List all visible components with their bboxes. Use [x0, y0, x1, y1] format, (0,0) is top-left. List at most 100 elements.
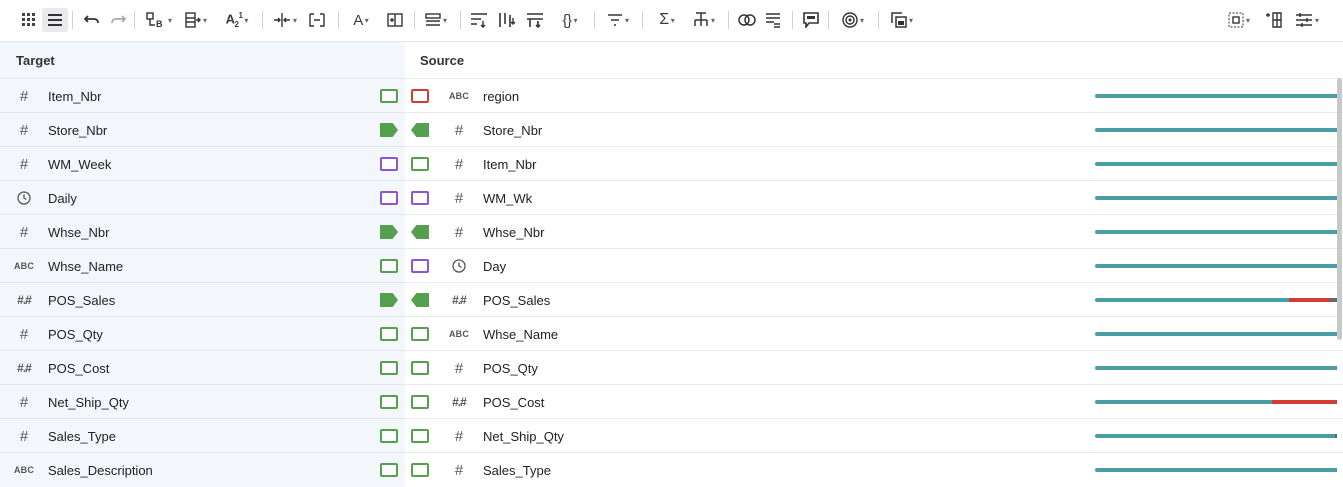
valid-segment [1095, 94, 1337, 98]
sum-icon[interactable]: Σ ▾ [652, 8, 682, 32]
reorder-icon[interactable] [1262, 8, 1284, 32]
valid-segment [1095, 400, 1272, 404]
integer-type-icon: # [19, 223, 29, 241]
mapping-row[interactable]: # POS_Qty ABC Whse_Name [0, 317, 1343, 351]
source-port[interactable] [411, 395, 429, 409]
pivot-icon[interactable] [762, 8, 784, 32]
tree-icon[interactable]: ▾ [688, 8, 720, 32]
source-port[interactable] [411, 463, 429, 477]
target-field-name: Daily [48, 190, 77, 206]
source-port[interactable] [411, 327, 429, 341]
target-field-name: WM_Week [48, 156, 112, 172]
hierarchy-c-icon[interactable] [524, 8, 546, 32]
target-port[interactable] [380, 225, 398, 239]
source-port[interactable] [411, 259, 429, 273]
target-field-name: Item_Nbr [48, 88, 102, 104]
menu-icon[interactable]: ▾ [420, 8, 452, 32]
source-port[interactable] [411, 361, 429, 375]
redo-icon[interactable] [108, 8, 128, 32]
format-text-icon[interactable]: A ▾ [346, 8, 376, 32]
target-port[interactable] [380, 327, 398, 341]
source-field-name: WM_Wk [483, 190, 533, 206]
vertical-scrollbar[interactable] [1337, 78, 1342, 340]
string-type-icon: ABC [13, 465, 35, 475]
source-port[interactable] [411, 293, 429, 307]
source-port[interactable] [411, 191, 429, 205]
string-type-icon: ABC [13, 261, 35, 271]
mapping-row[interactable]: # WM_Week # Item_Nbr [0, 147, 1343, 181]
integer-type-icon: # [19, 121, 29, 139]
target-port[interactable] [380, 259, 398, 273]
mapping-row[interactable]: Daily # WM_Wk [0, 181, 1343, 215]
data-quality-bar [1095, 162, 1337, 166]
mapping-row[interactable]: #.# POS_Sales #.# POS_Sales [0, 283, 1343, 317]
source-port[interactable] [411, 89, 429, 103]
insert-column-icon[interactable] [384, 8, 406, 32]
target-header: Target [16, 52, 55, 68]
grid-view-icon[interactable] [18, 8, 40, 32]
valid-segment [1095, 434, 1335, 438]
clock-type-icon [447, 249, 471, 283]
source-port[interactable] [411, 157, 429, 171]
data-quality-bar [1095, 128, 1337, 132]
source-field-name: region [483, 88, 520, 104]
string-type-icon: ABC [448, 91, 470, 101]
comment-icon[interactable] [800, 8, 822, 32]
target-port[interactable] [380, 157, 398, 171]
data-quality-bar [1095, 434, 1337, 438]
valid-segment [1095, 264, 1337, 268]
integer-type-icon: # [454, 223, 464, 241]
mapping-row[interactable]: # Sales_Type # Net_Ship_Qty [0, 419, 1343, 453]
hierarchy-b-icon[interactable] [496, 8, 518, 32]
source-port[interactable] [411, 225, 429, 239]
target-port[interactable] [380, 191, 398, 205]
source-field-name: Store_Nbr [483, 122, 543, 138]
decimal-type-icon: #.# [17, 361, 32, 375]
split-column-icon[interactable]: ▾ [270, 8, 300, 32]
target-port[interactable] [380, 293, 398, 307]
target-port[interactable] [380, 463, 398, 477]
hierarchy-a-icon[interactable] [468, 8, 490, 32]
target-field-name: Whse_Nbr [48, 224, 110, 240]
mapping-row[interactable]: # Item_Nbr ABC region [0, 79, 1343, 113]
decimal-type-icon: #.# [452, 395, 467, 409]
integer-type-icon: # [454, 189, 464, 207]
json-icon[interactable]: {} ▾ [552, 8, 588, 32]
source-port[interactable] [411, 123, 429, 137]
target-port[interactable] [380, 361, 398, 375]
expand-icon[interactable] [306, 8, 328, 32]
target-port[interactable] [380, 395, 398, 409]
join-icon[interactable] [736, 8, 758, 32]
target-field-name: Sales_Type [48, 428, 116, 444]
mapping-row[interactable]: # Store_Nbr # Store_Nbr [0, 113, 1343, 147]
frame-icon[interactable]: ▾ [1222, 8, 1256, 32]
invalid-segment [1272, 400, 1337, 404]
mapping-row[interactable]: #.# POS_Cost # POS_Qty [0, 351, 1343, 385]
sort-alpha-icon[interactable]: A21 ▾ [220, 8, 254, 32]
data-quality-bar [1095, 94, 1337, 98]
source-field-name: Sales_Type [483, 462, 551, 478]
undo-icon[interactable] [82, 8, 102, 32]
integer-type-icon: # [454, 427, 464, 445]
valid-segment [1095, 468, 1337, 472]
decimal-type-icon: #.# [17, 293, 32, 307]
source-port[interactable] [411, 429, 429, 443]
clock-type-icon [12, 181, 36, 215]
filter-icon[interactable]: ▾ [602, 8, 634, 32]
source-field-name: Net_Ship_Qty [483, 428, 564, 444]
target-port[interactable] [380, 123, 398, 137]
settings-sliders-icon[interactable]: ▾ [1290, 8, 1324, 32]
schema-icon[interactable]: B ▾ [142, 8, 176, 32]
mapping-row[interactable]: # Net_Ship_Qty #.# POS_Cost [0, 385, 1343, 419]
target-icon[interactable]: ▾ [836, 8, 870, 32]
list-view-icon[interactable] [42, 8, 68, 32]
target-port[interactable] [380, 89, 398, 103]
integer-type-icon: # [19, 325, 29, 343]
add-field-icon[interactable]: ▾ [180, 8, 212, 32]
mapping-row[interactable]: ABC Whse_Name Day [0, 249, 1343, 283]
mapping-row[interactable]: ABC Sales_Description # Sales_Type [0, 453, 1343, 487]
invalid-segment [1289, 298, 1330, 302]
mapping-row[interactable]: # Whse_Nbr # Whse_Nbr [0, 215, 1343, 249]
target-port[interactable] [380, 429, 398, 443]
duplicate-icon[interactable]: ▾ [886, 8, 918, 32]
